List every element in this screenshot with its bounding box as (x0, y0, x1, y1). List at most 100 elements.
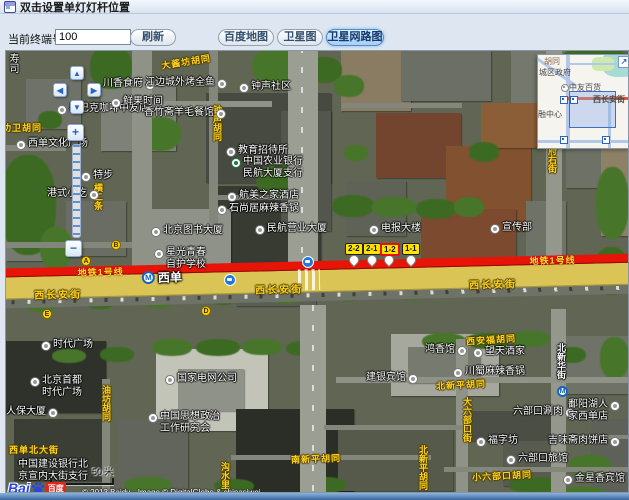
subway-exit-badge: A (81, 256, 91, 266)
poi-icon (30, 377, 40, 387)
satellite-road-map-button[interactable]: 卫星网路图 (326, 29, 384, 46)
pan-up-button[interactable]: ▲ (70, 66, 84, 80)
poi-label: 建银宾馆 (366, 372, 418, 384)
zoom-in-button[interactable]: + (67, 124, 84, 141)
tree-patch (416, 199, 456, 219)
metro-line-label: 地铁1号线 (529, 253, 575, 267)
changan-avenue: 地铁1号线 地铁1号线 西长安街 西长安街 西长安街 西单 (5, 251, 629, 312)
poi-icon (81, 172, 91, 182)
baidu-paw-icon (31, 481, 45, 493)
toolbar: 当前终端号 刷新 百度地图 卫星图 卫星网路图 (0, 14, 629, 50)
metro-station-icon (557, 386, 568, 397)
street-label: 武功卫胡同 (5, 121, 42, 134)
inset-metro-icon (570, 96, 578, 104)
poi-icon (610, 401, 620, 411)
poi-icon (227, 192, 237, 202)
poi-text: 六部口旅馆 (518, 453, 568, 465)
poi-text: 航美之家酒店 (239, 190, 299, 202)
scale-label: 50 米 (92, 465, 114, 478)
poi-icon (41, 341, 51, 351)
street-label: 北新平胡同 (417, 445, 430, 490)
lamp-marker[interactable]: 2-2 (345, 243, 363, 255)
satellite-map-button[interactable]: 卫星图 (277, 29, 323, 46)
poi-label: 航美之家酒店 (227, 190, 299, 202)
tree-patch (196, 339, 240, 356)
subway-exit-badge: E (42, 309, 52, 319)
subway-exit-badge: B (111, 240, 121, 250)
poi-label: 时代广场 (41, 339, 93, 351)
inset-metro-icon (602, 136, 610, 144)
pan-down-button[interactable]: ▼ (70, 100, 84, 114)
poi-text: 石尚居麻辣香锅 (229, 203, 299, 215)
poi-text: 吉味斋肉饼店 (548, 435, 608, 447)
poi-label: 电报大楼 (369, 223, 421, 235)
poi-icon (239, 83, 249, 93)
street-label: 沟水里 (219, 462, 232, 489)
inset-poi-marker (561, 84, 569, 92)
poi-text: 中国思想政治 工作研究会 (160, 411, 220, 435)
baidu-map-button[interactable]: 百度地图 (218, 29, 274, 46)
street-label: 北新平胡同 (436, 377, 487, 393)
poi-text: 时代广场 (53, 339, 93, 351)
poi-icon (473, 348, 483, 358)
street-label: 大酱坊胡同 (160, 51, 211, 72)
inset-label-hutong: 胡同 (544, 56, 560, 67)
zoom-slider[interactable] (72, 144, 81, 238)
poi-text: 特步 (93, 170, 113, 182)
poi-label: 国家电网公司 (165, 373, 237, 385)
lamp-marker[interactable]: 2-1 (363, 243, 381, 255)
poi-label: 寿司 (6, 53, 18, 73)
building-block (481, 103, 541, 148)
pan-left-button[interactable]: ◀ (53, 83, 67, 97)
poi-text: 望天酒家 (485, 346, 525, 358)
tree-patch (344, 145, 368, 161)
poi-icon (369, 225, 379, 235)
poi-icon (217, 79, 227, 89)
avenue-name-label: 西长安街 (255, 280, 303, 296)
poi-text: 电报大楼 (381, 223, 421, 235)
poi-text: 宣传部 (502, 222, 532, 234)
poi-icon (148, 413, 158, 423)
overview-inset[interactable]: 胡同 城区政府 中友百货 西长安街 融中心 ↗ (537, 54, 629, 149)
zoom-out-button[interactable]: − (65, 240, 82, 257)
road-segment (342, 103, 462, 108)
poi-label: 人保大厦 (6, 406, 58, 418)
tree-patch (596, 167, 629, 239)
lamp-marker[interactable]: 1-2 (380, 243, 400, 256)
bus-stop-icon (302, 256, 314, 268)
poi-icon (563, 475, 573, 485)
poi-label: 北京首都 时代广场 (30, 375, 82, 399)
title-bar: 双击设置单灯灯杆位置 (0, 0, 629, 14)
poi-label: 鸿香馆 (425, 344, 467, 356)
tree-patch (372, 197, 416, 217)
tree-patch (454, 197, 484, 217)
pan-right-button[interactable]: ▶ (87, 83, 101, 97)
terminal-number-input[interactable] (55, 29, 131, 45)
poi-icon (506, 455, 516, 465)
refresh-button[interactable]: 刷新 (130, 29, 176, 46)
inset-road (538, 140, 629, 143)
bus-stop-icon (224, 274, 236, 286)
window-bottom-frame (0, 493, 629, 500)
map-canvas[interactable]: 地铁1号线 地铁1号线 西长安街 西长安街 西长安街 西单 胡同 城区政府 中友… (6, 51, 629, 493)
street-label: 北新华街 (555, 343, 568, 379)
poi-icon (57, 105, 67, 115)
poi-icon (457, 346, 467, 356)
street-label: 南新平胡同 (291, 451, 341, 466)
poi-text: 民航营业大厦 (267, 223, 327, 235)
street-label: 油坊胡同 (100, 385, 113, 421)
poi-text: 福字坊 (488, 435, 518, 447)
inset-label-zhongyou: 中友百货 (569, 82, 601, 93)
lamp-marker[interactable]: 1-1 (402, 243, 420, 255)
poi-icon (408, 374, 418, 384)
poi-text: 川香食府 (103, 78, 143, 90)
road-segment (324, 425, 462, 430)
poi-icon (165, 375, 175, 385)
inset-metro-icon (560, 136, 568, 144)
poi-icon (16, 140, 26, 150)
poi-text: 港式小吃 (47, 188, 87, 200)
poi-label: 川蜀麻辣香锅 (453, 366, 525, 378)
tree-patch (100, 347, 134, 362)
inset-expand-icon[interactable]: ↗ (618, 56, 629, 68)
baidu-logo[interactable]: Bai 百度 (8, 480, 66, 493)
